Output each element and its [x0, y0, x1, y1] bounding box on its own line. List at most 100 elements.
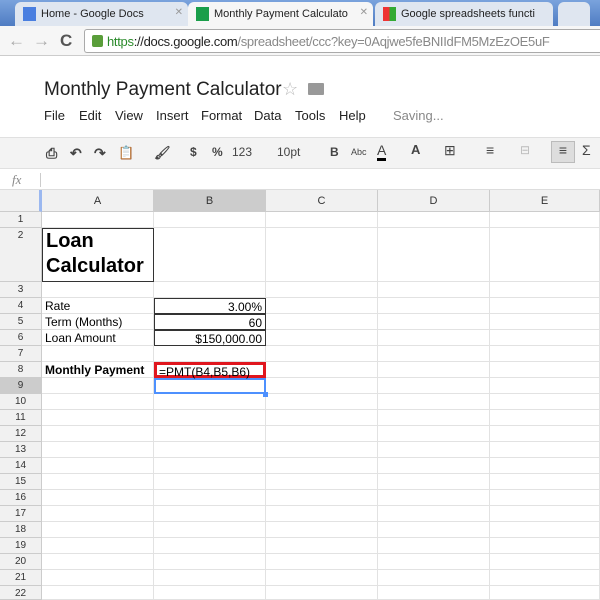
borders-icon[interactable]: ⊞ — [444, 142, 456, 159]
cell-C13[interactable] — [266, 442, 378, 458]
cell-E12[interactable] — [490, 426, 600, 442]
row-header-11[interactable]: 11 — [0, 410, 42, 426]
cell-D2[interactable] — [378, 228, 490, 282]
cell-D22[interactable] — [378, 586, 490, 600]
tab-monthly-payment[interactable]: Monthly Payment Calculato ✕ — [188, 2, 373, 26]
cell-C7[interactable] — [266, 346, 378, 362]
cell-D12[interactable] — [378, 426, 490, 442]
cell-A1[interactable] — [42, 212, 154, 228]
cell-D13[interactable] — [378, 442, 490, 458]
cell-A20[interactable] — [42, 554, 154, 570]
forward-icon[interactable]: → — [33, 31, 50, 51]
cell-B22[interactable] — [154, 586, 266, 600]
cell-E13[interactable] — [490, 442, 600, 458]
cell-C18[interactable] — [266, 522, 378, 538]
cell-A3[interactable] — [42, 282, 154, 298]
row-header-2[interactable]: 2 — [0, 228, 42, 282]
paint-format-icon[interactable]: 🖌 — [154, 145, 171, 161]
cell-D7[interactable] — [378, 346, 490, 362]
cell-D19[interactable] — [378, 538, 490, 554]
cell-C8[interactable] — [266, 362, 378, 378]
cell-A2[interactable]: Loan Calculator — [42, 228, 154, 282]
cell-B4[interactable]: 3.00% — [154, 298, 266, 314]
new-tab-button[interactable] — [558, 2, 590, 26]
cell-A10[interactable] — [42, 394, 154, 410]
paste-icon[interactable]: 📋 — [118, 145, 134, 161]
cell-E9[interactable] — [490, 378, 600, 394]
percent-button[interactable]: % — [212, 145, 223, 159]
number-format-button[interactable]: 123 — [232, 145, 252, 159]
cell-E2[interactable] — [490, 228, 600, 282]
row-header-1[interactable]: 1 — [0, 212, 42, 228]
cell-E1[interactable] — [490, 212, 600, 228]
cell-A11[interactable] — [42, 410, 154, 426]
cell-D11[interactable] — [378, 410, 490, 426]
close-icon[interactable]: ✕ — [175, 7, 183, 18]
sum-button[interactable]: Σ — [582, 142, 591, 158]
cell-A17[interactable] — [42, 506, 154, 522]
cell-A5[interactable]: Term (Months) — [42, 314, 154, 330]
cell-C6[interactable] — [266, 330, 378, 346]
cell-D20[interactable] — [378, 554, 490, 570]
cell-C5[interactable] — [266, 314, 378, 330]
row-header-3[interactable]: 3 — [0, 282, 42, 298]
cell-A22[interactable] — [42, 586, 154, 600]
font-size-select[interactable]: 10pt — [277, 145, 300, 159]
select-all-corner[interactable] — [0, 190, 42, 212]
menu-file[interactable]: File — [44, 108, 65, 123]
cell-C22[interactable] — [266, 586, 378, 600]
cell-A14[interactable] — [42, 458, 154, 474]
cell-B11[interactable] — [154, 410, 266, 426]
cell-C14[interactable] — [266, 458, 378, 474]
row-header-9[interactable]: 9 — [0, 378, 42, 394]
cell-E21[interactable] — [490, 570, 600, 586]
cell-D1[interactable] — [378, 212, 490, 228]
cell-B20[interactable] — [154, 554, 266, 570]
print-icon[interactable]: ⎙ — [46, 145, 57, 162]
cell-D8[interactable] — [378, 362, 490, 378]
menu-view[interactable]: View — [115, 108, 143, 123]
cell-D5[interactable] — [378, 314, 490, 330]
cell-D3[interactable] — [378, 282, 490, 298]
row-header-16[interactable]: 16 — [0, 490, 42, 506]
reload-icon[interactable]: C — [60, 31, 72, 51]
cell-B17[interactable] — [154, 506, 266, 522]
row-header-12[interactable]: 12 — [0, 426, 42, 442]
cell-C21[interactable] — [266, 570, 378, 586]
folder-icon[interactable] — [308, 83, 324, 95]
cell-D10[interactable] — [378, 394, 490, 410]
cell-C15[interactable] — [266, 474, 378, 490]
cell-B13[interactable] — [154, 442, 266, 458]
menu-edit[interactable]: Edit — [79, 108, 101, 123]
cell-C17[interactable] — [266, 506, 378, 522]
wrap-text-icon[interactable]: ≡ — [551, 141, 575, 163]
row-header-21[interactable]: 21 — [0, 570, 42, 586]
row-header-17[interactable]: 17 — [0, 506, 42, 522]
cell-E18[interactable] — [490, 522, 600, 538]
row-header-8[interactable]: 8 — [0, 362, 42, 378]
cell-A7[interactable] — [42, 346, 154, 362]
row-header-22[interactable]: 22 — [0, 586, 42, 600]
strikethrough-button[interactable]: Abc — [351, 147, 367, 157]
cell-A18[interactable] — [42, 522, 154, 538]
bold-button[interactable]: B — [330, 145, 339, 159]
cell-B1[interactable] — [154, 212, 266, 228]
cell-E8[interactable] — [490, 362, 600, 378]
tab-google-spreadsheets[interactable]: Google spreadsheets functi — [375, 2, 553, 26]
cell-B3[interactable] — [154, 282, 266, 298]
row-header-19[interactable]: 19 — [0, 538, 42, 554]
cell-A19[interactable] — [42, 538, 154, 554]
cell-D4[interactable] — [378, 298, 490, 314]
cell-C16[interactable] — [266, 490, 378, 506]
menu-data[interactable]: Data — [254, 108, 281, 123]
cell-A16[interactable] — [42, 490, 154, 506]
cell-A15[interactable] — [42, 474, 154, 490]
cell-C11[interactable] — [266, 410, 378, 426]
cell-C3[interactable] — [266, 282, 378, 298]
cell-D16[interactable] — [378, 490, 490, 506]
cell-E19[interactable] — [490, 538, 600, 554]
tab-home-google-docs[interactable]: Home - Google Docs ✕ — [15, 2, 188, 26]
cell-A8[interactable]: Monthly Payment — [42, 362, 154, 378]
cell-E14[interactable] — [490, 458, 600, 474]
fill-handle[interactable] — [263, 392, 268, 397]
